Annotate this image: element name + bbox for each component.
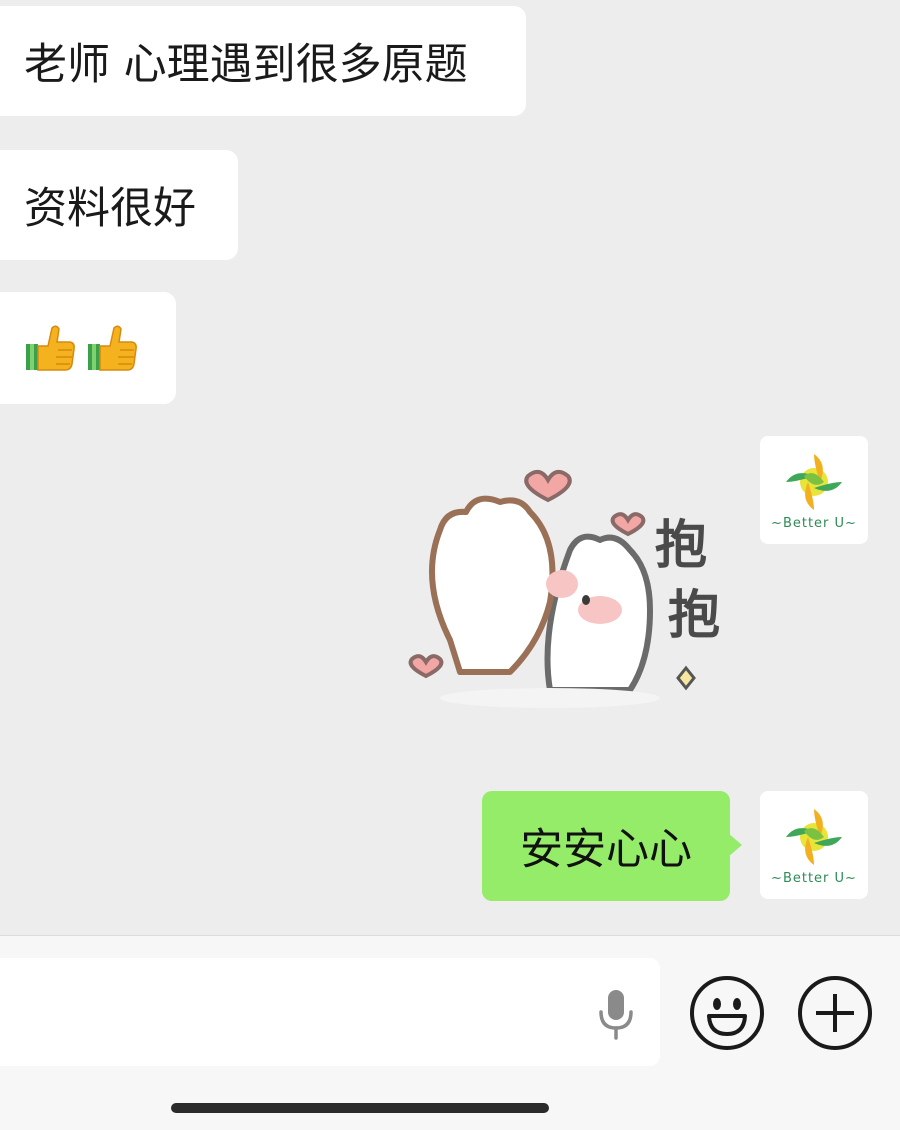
emoji-row <box>22 320 140 376</box>
avatar-brand-text: ~Better U~ <box>771 870 857 886</box>
better-u-logo-icon <box>786 808 842 865</box>
message-bubble[interactable]: 资料很好 <box>0 150 238 260</box>
plus-icon <box>816 994 854 1032</box>
sticker-caption-1: 抱 <box>655 516 708 576</box>
hug-sticker[interactable]: 抱 抱 <box>400 450 740 720</box>
avatar-brand-text: ~Better U~ <box>771 515 857 531</box>
message-text: 资料很好 <box>24 184 196 234</box>
message-bubble[interactable] <box>0 292 176 404</box>
microphone-icon[interactable] <box>596 988 636 1040</box>
emoji-icon <box>707 998 747 1036</box>
avatar[interactable]: ~Better U~ <box>760 791 868 899</box>
better-u-logo-icon <box>786 453 842 510</box>
message-input[interactable] <box>0 958 660 1066</box>
message-text: 老师 心理遇到很多原题 <box>24 40 468 90</box>
message-text: 安安心心 <box>520 825 692 875</box>
home-indicator <box>171 1103 549 1113</box>
thumbs-up-icon <box>88 325 137 371</box>
plus-button[interactable] <box>798 976 872 1050</box>
thumbs-up-icon <box>26 325 75 371</box>
avatar[interactable]: ~Better U~ <box>760 436 868 544</box>
input-bar <box>0 935 900 1130</box>
message-bubble[interactable]: 老师 心理遇到很多原题 <box>0 6 526 116</box>
sent-message-bubble[interactable]: 安安心心 <box>482 791 742 901</box>
bears-hug-icon <box>408 469 696 708</box>
chat-area: 老师 心理遇到很多原题 资料很好 抱 抱 ~Better U~ 安安心心 ~Be… <box>0 0 900 935</box>
emoji-button[interactable] <box>690 976 764 1050</box>
sticker-caption-2: 抱 <box>668 586 721 646</box>
